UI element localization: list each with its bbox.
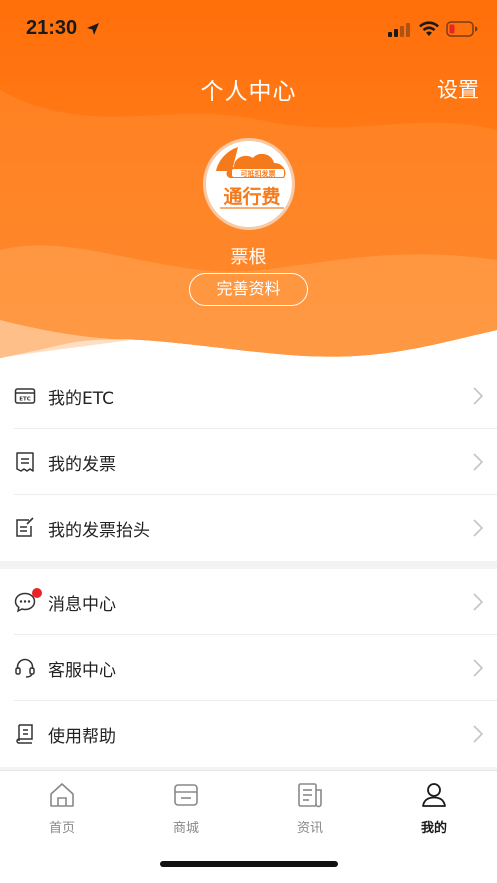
section-separator (0, 561, 497, 569)
chevron-right-icon (473, 593, 483, 611)
logo-tagline: 可抵扣发票 (241, 169, 276, 178)
home-indicator[interactable] (160, 861, 338, 867)
tab-home[interactable]: 首页 (22, 781, 102, 836)
help-book-icon (16, 724, 33, 744)
tab-mine[interactable]: 我的 (394, 781, 474, 836)
status-bar: 21:30 (0, 0, 497, 60)
menu-item-my-etc[interactable]: ETC 我的ETC (0, 363, 497, 429)
profile-header: 21:30 个人中心 设置 可抵扣发票 通行费 票根 完善资料 (0, 0, 497, 370)
location-arrow-icon (87, 23, 99, 35)
tab-label: 商城 (172, 821, 199, 836)
menu-item-help[interactable]: 使用帮助 (0, 701, 497, 767)
battery-icon (446, 21, 478, 37)
menu-item-invoice-title[interactable]: 我的发票抬头 (0, 495, 497, 561)
home-icon (50, 783, 74, 807)
menu-label: 客服中心 (48, 660, 116, 681)
menu-label: 我的发票 (48, 454, 116, 475)
menu-item-customer-service[interactable]: 客服中心 (0, 635, 497, 701)
chevron-right-icon (473, 387, 483, 405)
wifi-icon (419, 21, 439, 36)
user-name: 票根 (230, 247, 267, 268)
tab-label: 资讯 (296, 821, 323, 836)
invoice-title-icon (16, 517, 34, 537)
menu-item-my-invoice[interactable]: 我的发票 (0, 429, 497, 495)
complete-profile-button[interactable]: 完善资料 (189, 273, 308, 306)
headset-icon (15, 658, 35, 678)
chevron-right-icon (473, 659, 483, 677)
logo-wordmark: 通行费 (223, 185, 280, 208)
chevron-right-icon (473, 519, 483, 537)
menu-label: 消息中心 (48, 594, 116, 615)
settings-button[interactable]: 设置 (437, 74, 479, 104)
news-icon (298, 783, 322, 808)
menu-label: 我的发票抬头 (48, 520, 150, 541)
user-icon (422, 783, 446, 807)
menu-group-account: ETC 我的ETC 我的发票 我的发票抬头 (0, 363, 497, 561)
cellular-signal-icon (388, 23, 410, 37)
menu-label: 使用帮助 (48, 726, 116, 747)
status-time: 21:30 (26, 17, 78, 39)
page-title: 个人中心 (200, 79, 297, 105)
svg-text:ETC: ETC (19, 397, 31, 403)
avatar[interactable]: 可抵扣发票 通行费 (203, 138, 295, 230)
tab-label: 首页 (48, 821, 75, 836)
etc-card-icon: ETC (14, 388, 36, 404)
shop-icon (174, 784, 198, 806)
menu-label: 我的ETC (48, 388, 114, 409)
chevron-right-icon (473, 725, 483, 743)
unread-badge (32, 588, 42, 598)
message-icon-wrapper (14, 588, 42, 613)
menu-group-support: 消息中心 客服中心 使用帮助 (0, 569, 497, 767)
tab-label: 我的 (420, 821, 447, 836)
menu-item-message-center[interactable]: 消息中心 (0, 569, 497, 635)
chevron-right-icon (473, 453, 483, 471)
tab-news[interactable]: 资讯 (270, 781, 350, 836)
invoice-icon (16, 452, 34, 472)
tab-shop[interactable]: 商城 (146, 781, 226, 836)
